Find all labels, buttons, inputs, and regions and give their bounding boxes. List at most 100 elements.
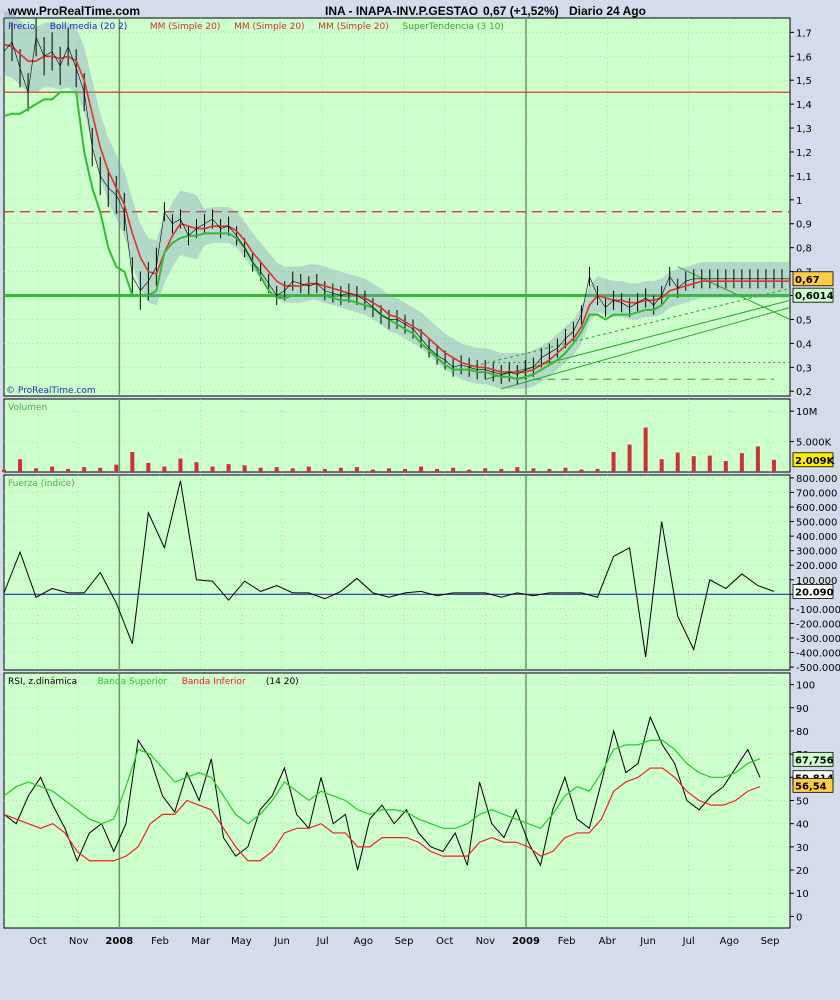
legend-item: (14 20) (266, 677, 299, 687)
y-tick-label: 0,8 (796, 244, 812, 255)
volume-bar (483, 468, 488, 472)
volume-bar (98, 467, 103, 472)
legend-item: Volumen (8, 403, 47, 413)
watermark: © ProRealTime.com (6, 386, 96, 396)
x-tick-label[interactable]: Mar (191, 936, 211, 947)
volume-bar (178, 458, 183, 472)
y-tick-label: 500.000 (796, 518, 837, 529)
site-title[interactable]: www.ProRealTime.com (7, 4, 140, 18)
volume-bar (595, 468, 600, 472)
fuerza-panel[interactable] (3, 474, 791, 671)
legend-item: MM (Simple 20) (234, 22, 304, 32)
x-tick-label[interactable]: May (231, 936, 252, 947)
y-tick-label: 1,4 (796, 100, 812, 111)
y-tick-label: 700.000 (796, 488, 837, 499)
value-marker-label: 0,67 (795, 275, 820, 286)
legend-item: Boll media (20 2) (50, 22, 128, 32)
value-marker-label: 2.009K (795, 456, 836, 467)
volume-bar (403, 468, 408, 472)
legend-item: Banda Inferior (182, 677, 246, 687)
y-tick-label: 10 (796, 889, 809, 900)
volume-bar (34, 468, 39, 472)
volume-bar (435, 468, 440, 472)
x-tick-label[interactable]: Sep (761, 936, 780, 947)
volume-bar (515, 467, 520, 472)
volume-bar (2, 469, 6, 472)
x-tick-label[interactable]: Jun (639, 936, 656, 947)
y-tick-label: -200.000 (796, 619, 840, 630)
volume-bar (306, 466, 311, 472)
value-marker-label: 56,54 (795, 781, 827, 792)
x-tick-label[interactable]: Nov (476, 936, 496, 947)
volume-bar (627, 444, 632, 472)
volume-bar (739, 453, 744, 472)
volume-bar (611, 451, 616, 472)
volume-bar (146, 462, 151, 472)
volume-bar (723, 461, 728, 472)
y-tick-label: -500.000 (796, 663, 840, 674)
y-tick-label: 1,3 (796, 124, 812, 135)
y-tick-label: 0,3 (796, 363, 812, 374)
y-tick-label: 0,9 (796, 220, 812, 231)
volume-bar (499, 468, 504, 472)
y-tick-label: -100.000 (796, 605, 840, 616)
y-tick-label: 0,2 (796, 387, 812, 398)
volume-bar (114, 464, 119, 472)
volume-bar (755, 446, 760, 472)
x-tick-label[interactable]: 2008 (105, 936, 133, 947)
volume-bar (579, 469, 584, 472)
volume-bar (210, 466, 215, 472)
instrument-title: INA - INAPA-INV.P.GESTAO (325, 4, 478, 18)
y-tick-label: 1 (796, 196, 802, 207)
volume-bar (82, 467, 87, 472)
y-tick-label: -300.000 (796, 634, 840, 645)
volume-bar (675, 452, 680, 472)
x-tick-label[interactable]: Jun (273, 936, 290, 947)
x-tick-label[interactable]: Ago (720, 936, 739, 947)
legend-item: MM (Simple 20) (318, 22, 388, 32)
y-tick-label: 30 (796, 843, 809, 854)
y-tick-label: 80 (796, 727, 809, 738)
x-tick-label[interactable]: 2009 (512, 936, 540, 947)
volume-bar (467, 469, 472, 472)
volume-bar (274, 467, 279, 472)
x-tick-label[interactable]: Nov (69, 936, 89, 947)
volume-bar (50, 466, 55, 472)
chart-canvas: www.ProRealTime.com INA - INAPA-INV.P.GE… (2, 4, 840, 947)
legend-item: Precio (8, 22, 36, 32)
x-tick-label[interactable]: Jul (316, 936, 329, 947)
volume-bar (162, 466, 167, 472)
y-tick-label: 10M (796, 407, 817, 418)
y-tick-label: 800.000 (796, 474, 837, 485)
volume-bar (419, 466, 424, 472)
legend-item: SuperTendencia (3 10) (403, 22, 504, 32)
x-tick-label[interactable]: Abr (599, 936, 617, 947)
x-tick-label[interactable]: Ago (354, 936, 373, 947)
volume-bar (338, 467, 343, 472)
volume-bar (707, 455, 712, 472)
legend-item: MM (Simple 20) (150, 22, 220, 32)
volume-bar (242, 465, 247, 472)
y-tick-label: 0,5 (796, 315, 812, 326)
y-tick-label: 1,7 (796, 28, 812, 39)
legend-item: Fuerza (índice) (8, 479, 75, 489)
y-tick-label: 1,6 (796, 52, 812, 63)
x-tick-label[interactable]: Feb (151, 936, 169, 947)
x-tick-label[interactable]: Jul (682, 936, 695, 947)
x-tick-label[interactable]: Sep (395, 936, 414, 947)
volume-bar (258, 467, 263, 472)
period-label: Diario 24 Ago (569, 4, 646, 18)
volume-bar (451, 467, 456, 472)
volume-panel[interactable] (3, 398, 791, 473)
y-tick-label: 40 (796, 820, 809, 831)
x-tick-label[interactable]: Oct (436, 936, 453, 947)
y-tick-label: 1,5 (796, 76, 812, 87)
x-tick-label[interactable]: Feb (558, 936, 576, 947)
volume-bar (771, 459, 776, 472)
y-tick-label: 50 (796, 797, 809, 808)
x-tick-label[interactable]: Oct (29, 936, 46, 947)
legend-item: Banda Superior (98, 677, 168, 687)
volume-bar (354, 467, 359, 472)
value-marker-label: 20.090 (795, 587, 834, 598)
volume-bar (547, 468, 552, 472)
